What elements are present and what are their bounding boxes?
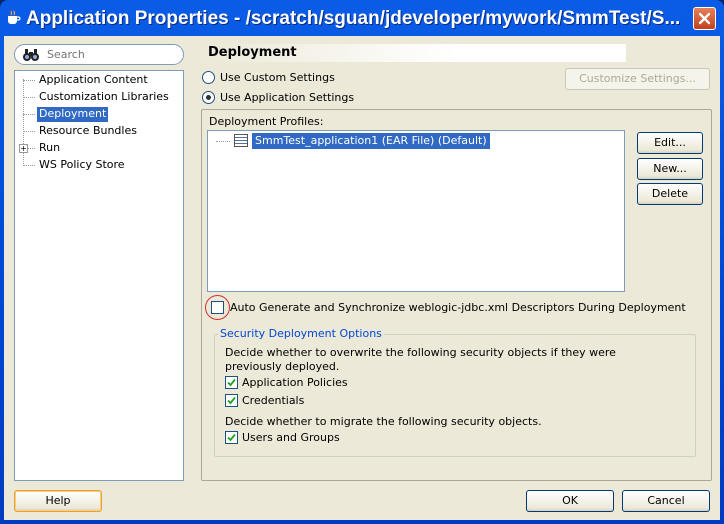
credentials-label: Credentials xyxy=(242,394,305,407)
users-groups-label: Users and Groups xyxy=(242,431,340,444)
nav-item-label: Run xyxy=(39,141,61,154)
binoculars-icon xyxy=(23,49,39,61)
nav-item-run[interactable]: + Run xyxy=(15,140,183,156)
close-icon xyxy=(698,12,711,25)
expand-plus-icon[interactable]: + xyxy=(19,144,28,153)
deployment-profiles-list[interactable]: SmmTest_application1 (EAR File) (Default… xyxy=(207,130,625,292)
nav-item-ws-policy-store[interactable]: WS Policy Store xyxy=(15,157,183,173)
nav-item-label: WS Policy Store xyxy=(39,158,125,171)
users-groups-checkbox[interactable] xyxy=(225,431,238,444)
radio-use-custom-settings[interactable]: Use Custom Settings xyxy=(202,70,502,86)
page-title: Deployment xyxy=(208,45,297,60)
nav-item-label: Customization Libraries xyxy=(39,90,169,103)
migrate-description: Decide whether to migrate the following … xyxy=(225,415,542,428)
nav-item-deployment[interactable]: Deployment xyxy=(15,106,183,122)
ok-button[interactable]: OK xyxy=(526,490,614,512)
nav-item-label: Application Content xyxy=(39,73,148,86)
section-header: Deployment xyxy=(202,44,626,62)
close-button[interactable] xyxy=(693,7,716,30)
nav-item-label: Deployment xyxy=(37,107,109,122)
radio-label: Use Custom Settings xyxy=(220,71,335,84)
checkmark-icon xyxy=(227,433,236,442)
customize-settings-button[interactable]: Customize Settings... xyxy=(565,68,710,90)
navigation-tree: Application Content Customization Librar… xyxy=(14,70,184,481)
radio-use-application-settings[interactable]: Use Application Settings xyxy=(202,90,502,106)
nav-item-resource-bundles[interactable]: Resource Bundles xyxy=(15,123,183,139)
overwrite-description: Decide whether to overwrite the followin… xyxy=(225,346,616,373)
window-title: Application Properties - /scratch/sguan/… xyxy=(26,8,681,29)
auto-generate-label: Auto Generate and Synchronize weblogic-j… xyxy=(230,301,686,314)
checkmark-icon xyxy=(227,378,236,387)
edit-button[interactable]: Edit... xyxy=(637,132,703,154)
search-input[interactable] xyxy=(47,47,177,62)
application-properties-window: Application Properties - /scratch/sguan/… xyxy=(0,0,724,524)
cancel-button[interactable]: Cancel xyxy=(622,490,710,512)
ear-file-icon xyxy=(234,134,248,147)
nav-item-label: Resource Bundles xyxy=(39,124,137,137)
radio-button-selected[interactable] xyxy=(202,91,215,104)
auto-generate-checkbox[interactable] xyxy=(211,301,224,314)
deployment-profiles-label: Deployment Profiles: xyxy=(209,115,324,128)
credentials-checkbox[interactable] xyxy=(225,394,238,407)
application-policies-label: Application Policies xyxy=(242,376,348,389)
checkmark-icon xyxy=(227,396,236,405)
profile-item-label: SmmTest_application1 (EAR File) (Default… xyxy=(252,133,490,149)
nav-item-application-content[interactable]: Application Content xyxy=(15,72,183,88)
search-box xyxy=(14,44,184,65)
delete-button[interactable]: Delete xyxy=(637,183,703,205)
radio-button[interactable] xyxy=(202,71,215,84)
new-button[interactable]: New... xyxy=(637,158,703,180)
coffee-cup-icon xyxy=(8,10,21,24)
title-bar[interactable]: Application Properties - /scratch/sguan/… xyxy=(0,0,724,36)
radio-label: Use Application Settings xyxy=(220,91,355,104)
help-button[interactable]: Help xyxy=(14,490,102,512)
application-policies-checkbox[interactable] xyxy=(225,376,238,389)
dialog-client-area: Application Content Customization Librar… xyxy=(4,36,720,520)
nav-item-customization-libraries[interactable]: Customization Libraries xyxy=(15,89,183,105)
list-item[interactable]: SmmTest_application1 (EAR File) (Default… xyxy=(216,133,516,149)
security-options-legend: Security Deployment Options xyxy=(218,327,384,340)
